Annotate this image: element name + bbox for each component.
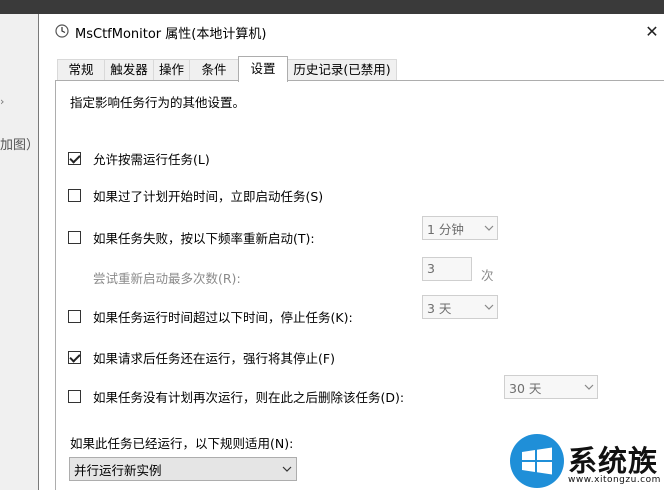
window-title: MsCtfMonitor 属性(本地计算机) xyxy=(75,27,267,42)
restart-interval-dropdown[interactable]: 1 分钟 xyxy=(422,216,498,240)
windows-logo-icon xyxy=(522,447,552,475)
delete-if-not-scheduled-row: 如果任务没有计划再次运行，则在此之后删除该任务(D): xyxy=(68,387,404,406)
background-window: › 加图） xyxy=(0,0,40,490)
running-rule-dropdown[interactable]: 并行运行新实例 xyxy=(69,457,297,481)
run-asap-label[interactable]: 如果过了计划开始时间，立即启动任务(S) xyxy=(93,186,323,205)
restart-attempts-input[interactable]: 3 xyxy=(422,257,472,281)
stop-if-longer-row: 如果任务运行时间超过以下时间，停止任务(K): xyxy=(68,307,353,326)
allow-on-demand-checkbox[interactable] xyxy=(68,152,81,165)
settings-description: 指定影响任务行为的其他设置。 xyxy=(70,95,246,110)
run-asap-checkbox[interactable] xyxy=(68,189,81,202)
tab-history[interactable]: 历史记录(已禁用) xyxy=(287,59,397,81)
delete-delay-value: 30 天 xyxy=(509,380,542,396)
running-rule-value: 并行运行新实例 xyxy=(74,462,162,478)
tab-conditions[interactable]: 条件 xyxy=(189,59,239,81)
run-asap-row: 如果过了计划开始时间，立即启动任务(S) xyxy=(68,186,323,205)
close-icon: ✕ xyxy=(645,21,659,41)
close-button[interactable]: ✕ xyxy=(637,18,664,44)
stop-if-longer-label[interactable]: 如果任务运行时间超过以下时间，停止任务(K): xyxy=(93,307,353,326)
chevron-down-icon xyxy=(481,217,497,239)
delete-if-not-scheduled-checkbox[interactable] xyxy=(68,390,81,403)
restart-interval-value: 1 分钟 xyxy=(427,221,464,237)
restart-on-failure-row: 如果任务失败，按以下频率重新启动(T): xyxy=(68,228,315,247)
restart-attempts-label: 尝试重新启动最多次数(R): xyxy=(93,271,241,286)
tab-settings[interactable]: 设置 xyxy=(238,56,288,82)
tab-general[interactable]: 常规 xyxy=(57,59,105,81)
background-chevron: › xyxy=(0,95,5,108)
background-titlebar xyxy=(0,0,40,14)
background-text: 加图） xyxy=(0,138,40,153)
chevron-down-icon xyxy=(481,296,497,318)
stop-duration-dropdown[interactable]: 3 天 xyxy=(422,295,498,319)
watermark-url: www.xitongzu.com xyxy=(568,475,661,485)
restart-on-failure-checkbox[interactable] xyxy=(68,231,81,244)
chevron-down-icon xyxy=(581,376,597,398)
force-stop-row: 如果请求后任务还在运行，强行将其停止(F) xyxy=(68,348,335,367)
stop-duration-value: 3 天 xyxy=(427,300,452,316)
allow-on-demand-row: 允许按需运行任务(L) xyxy=(68,149,210,168)
titlebar: MsCtfMonitor 属性(本地计算机) ✕ xyxy=(39,14,664,48)
force-stop-checkbox[interactable] xyxy=(68,351,81,364)
running-rule-label: 如果此任务已经运行，以下规则适用(N): xyxy=(70,436,294,451)
watermark-text: 系统族 xyxy=(568,444,659,478)
task-clock-icon xyxy=(55,24,69,38)
allow-on-demand-label[interactable]: 允许按需运行任务(L) xyxy=(93,149,210,168)
tab-actions[interactable]: 操作 xyxy=(153,59,190,81)
settings-panel: 指定影响任务行为的其他设置。 允许按需运行任务(L) 如果过了计划开始时间，立即… xyxy=(55,80,664,490)
restart-on-failure-label[interactable]: 如果任务失败，按以下频率重新启动(T): xyxy=(93,228,315,247)
tab-triggers[interactable]: 触发器 xyxy=(104,59,154,81)
delete-if-not-scheduled-label[interactable]: 如果任务没有计划再次运行，则在此之后删除该任务(D): xyxy=(93,387,404,406)
delete-delay-dropdown[interactable]: 30 天 xyxy=(504,375,598,399)
restart-attempts-unit: 次 xyxy=(481,268,494,283)
restart-attempts-row: 尝试重新启动最多次数(R): xyxy=(93,268,241,287)
properties-dialog: MsCtfMonitor 属性(本地计算机) ✕ 常规 触发器 操作 条件 设置… xyxy=(38,14,664,490)
stop-if-longer-checkbox[interactable] xyxy=(68,310,81,323)
force-stop-label[interactable]: 如果请求后任务还在运行，强行将其停止(F) xyxy=(93,348,335,367)
chevron-down-icon xyxy=(278,466,296,472)
watermark: 系统族 www.xitongzu.com xyxy=(506,434,664,490)
